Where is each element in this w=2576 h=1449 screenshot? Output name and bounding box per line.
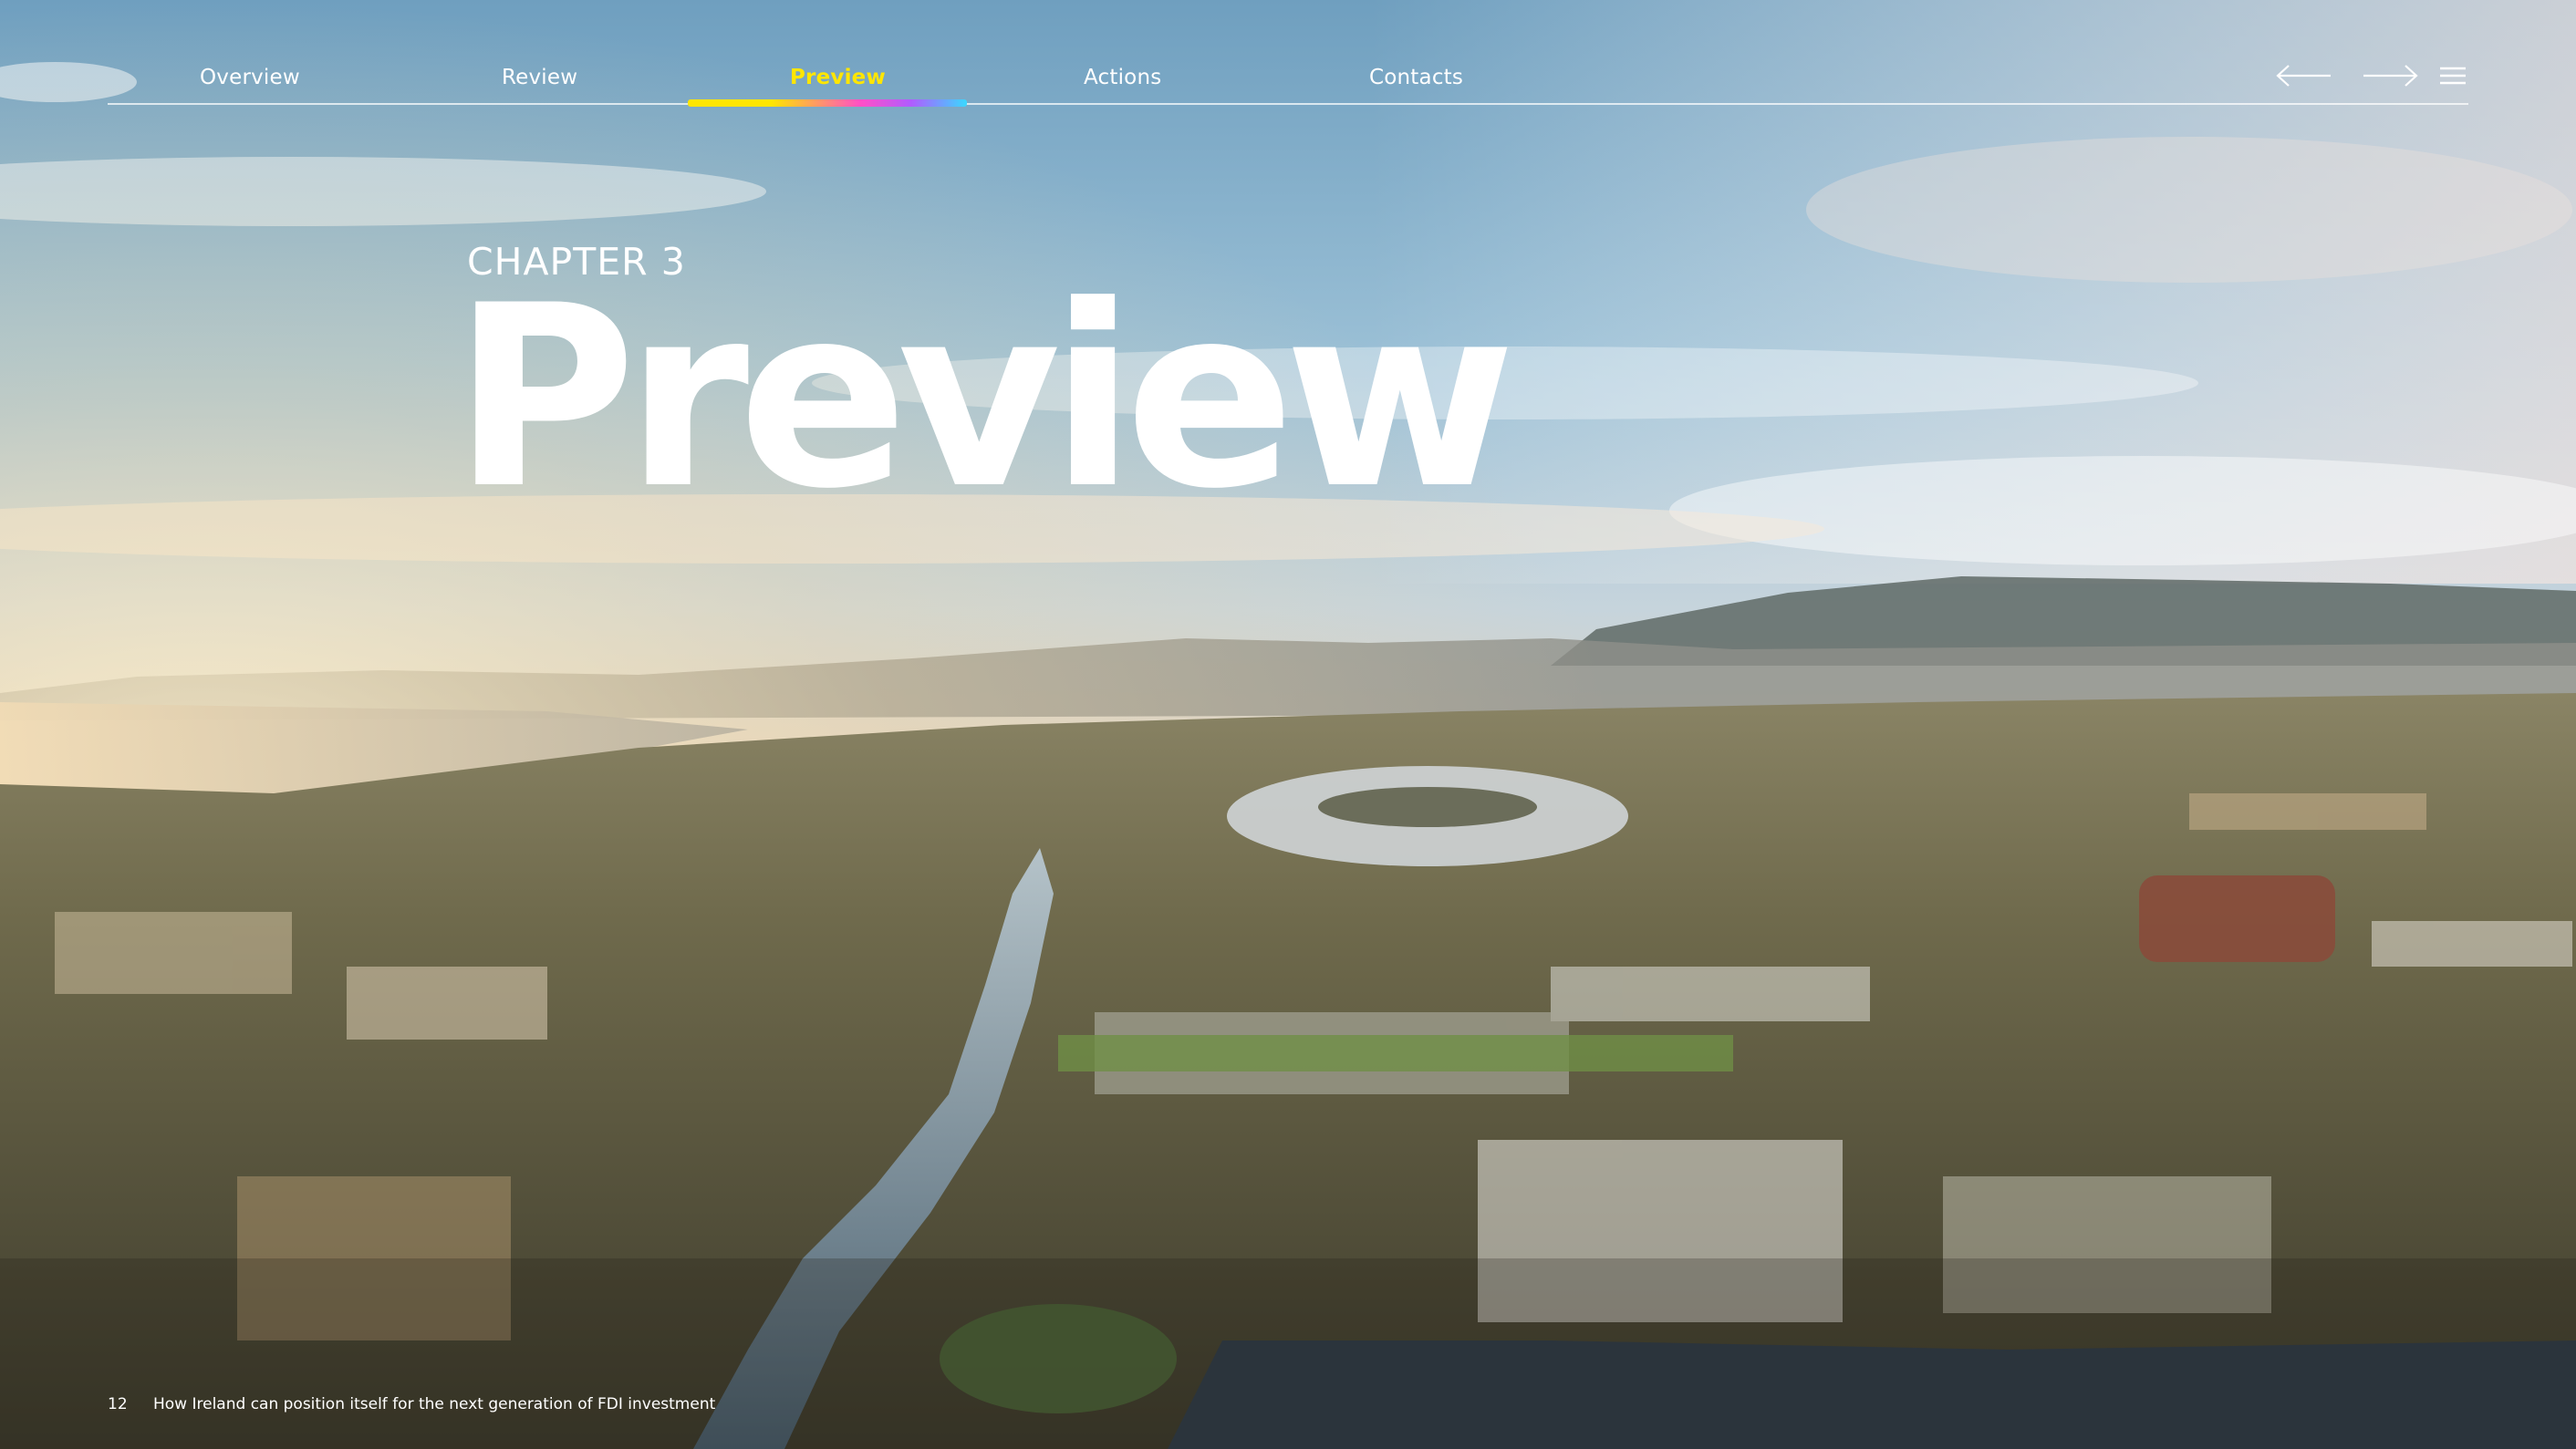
background-aerial-photo	[0, 0, 2576, 1449]
nav-item-review[interactable]: Review	[502, 62, 577, 98]
nav-item-overview[interactable]: Overview	[200, 62, 300, 98]
active-tab-indicator	[688, 99, 967, 107]
chapter-title: Preview	[452, 252, 1516, 543]
nav-item-contacts[interactable]: Contacts	[1369, 62, 1463, 98]
top-navigation: Overview Review Preview Actions Contacts	[108, 0, 2468, 107]
previous-page-button[interactable]	[2275, 53, 2333, 98]
arrow-right-icon	[2363, 65, 2418, 87]
next-page-button[interactable]	[2361, 53, 2419, 98]
page-number: 12	[108, 1395, 128, 1413]
nav-item-preview[interactable]: Preview	[790, 62, 886, 98]
hamburger-menu-icon	[2440, 67, 2466, 85]
navigation-divider	[108, 103, 2468, 105]
nav-item-actions[interactable]: Actions	[1084, 62, 1161, 98]
publication-title: How Ireland can position itself for the …	[153, 1395, 716, 1413]
arrow-left-icon	[2276, 65, 2331, 87]
menu-button[interactable]	[2437, 53, 2468, 98]
